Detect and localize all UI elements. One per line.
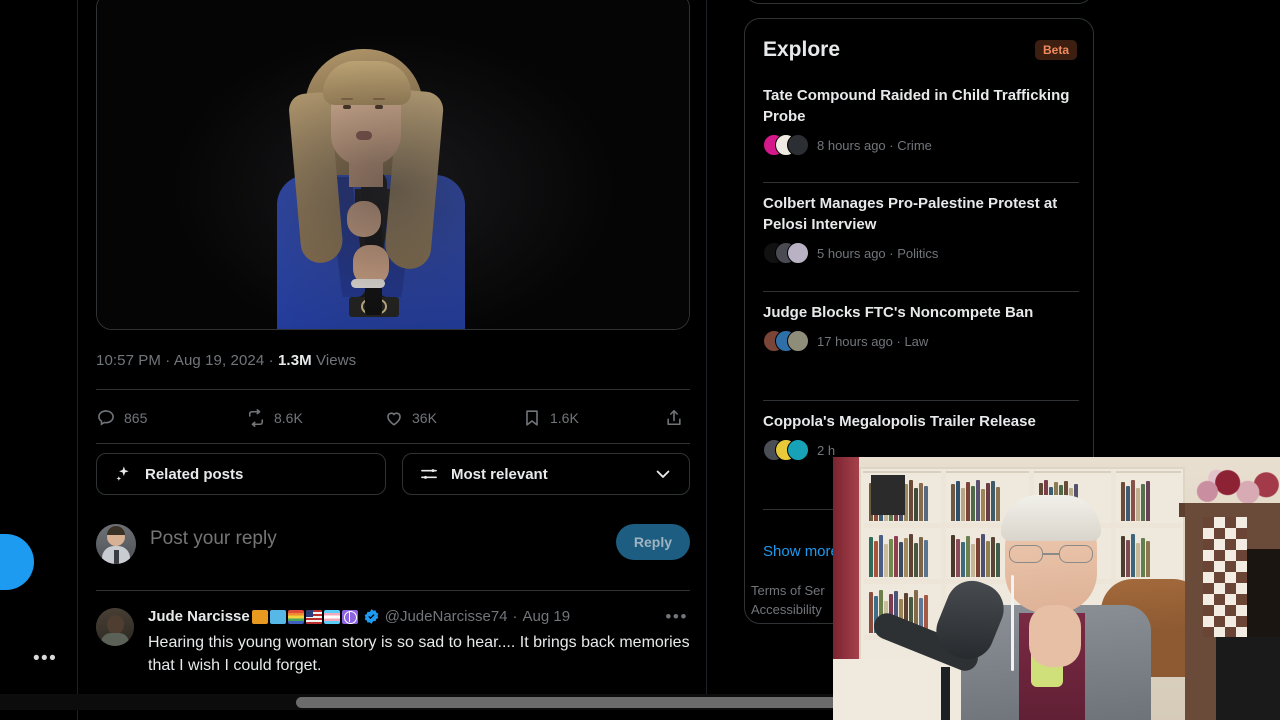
repost-icon xyxy=(248,409,264,427)
explore-story-1[interactable]: Tate Compound Raided in Child Traffickin… xyxy=(763,85,1079,156)
dark-box xyxy=(871,475,905,515)
reply-date: Aug 19 xyxy=(522,608,571,625)
like-action[interactable]: 36K xyxy=(384,400,437,436)
post-time: 10:57 PM xyxy=(96,352,162,369)
reply-sep: · xyxy=(512,608,518,625)
peace-symbol-icon xyxy=(341,609,358,624)
avatar[interactable] xyxy=(96,608,134,646)
meta-sep-1: · xyxy=(165,352,171,369)
sliders-icon xyxy=(421,469,437,479)
story-meta-text: 2 h xyxy=(817,442,836,458)
story-avatar-stack xyxy=(763,134,809,156)
post-metadata: 10:57 PM · Aug 19, 2024 · 1.3M Views xyxy=(96,352,690,369)
bookmark-count: 1.6K xyxy=(550,410,579,426)
glasses-icon xyxy=(1009,545,1093,563)
chevron-down-icon[interactable] xyxy=(653,464,673,484)
story-divider xyxy=(763,182,1079,183)
sort-dropdown-button[interactable]: Most relevant xyxy=(402,453,690,495)
story-title: Judge Blocks FTC's Noncompete Ban xyxy=(763,304,1034,321)
webcam-overlay xyxy=(833,457,1280,720)
reply-input[interactable] xyxy=(150,528,570,550)
previous-sidebar-card[interactable] xyxy=(744,0,1094,4)
reply-author-name[interactable]: Jude Narcisse xyxy=(148,608,250,625)
comment-icon xyxy=(98,410,114,426)
story-divider xyxy=(763,291,1079,292)
us-flag-icon xyxy=(305,609,322,624)
rainbow-flag-icon xyxy=(287,609,304,624)
story-title: Colbert Manages Pro-Palestine Protest at… xyxy=(763,195,1058,233)
story-avatar-stack xyxy=(763,242,809,264)
sparkle-icon xyxy=(116,466,129,481)
post-date: Aug 19, 2024 xyxy=(173,352,265,369)
explore-story-2[interactable]: Colbert Manages Pro-Palestine Protest at… xyxy=(763,193,1079,264)
share-action[interactable] xyxy=(664,400,684,436)
related-posts-button[interactable]: Related posts xyxy=(96,453,386,495)
reply-author-row: Jude Narcisse @JudeNarcisse74 · Aug 19 xyxy=(148,608,570,625)
left-navigation-rail: ••• xyxy=(0,0,78,720)
blue-square-icon xyxy=(269,609,286,624)
story-avatar-stack xyxy=(763,439,809,461)
bookmark-action[interactable]: 1.6K xyxy=(522,400,579,436)
story-divider xyxy=(763,400,1079,401)
story-title: Coppola's Megalopolis Trailer Release xyxy=(763,413,1036,430)
beta-badge: Beta xyxy=(1034,40,1077,60)
views-label: Views xyxy=(316,352,357,369)
related-posts-label: Related posts xyxy=(145,465,244,483)
story-meta-text: 8 hours ago · Crime xyxy=(817,137,932,153)
explore-title: Explore xyxy=(763,38,841,61)
orange-square-icon xyxy=(251,609,268,624)
person-hand xyxy=(1029,605,1081,667)
reply-submit-button[interactable]: Reply xyxy=(615,524,690,560)
reply-text: Hearing this young woman story is so sad… xyxy=(148,634,690,674)
twitter-post-page: ••• 10:57 PM · Aug 19, 2024 · 1.3M Views… xyxy=(0,0,1280,720)
reply-author-handle[interactable]: @JudeNarcisse74 xyxy=(385,608,508,625)
explore-story-3[interactable]: Judge Blocks FTC's Noncompete Ban 17 hou… xyxy=(763,302,1079,352)
compose-post-button[interactable] xyxy=(0,534,34,590)
story-meta-text: 5 hours ago · Politics xyxy=(817,245,939,261)
curtain xyxy=(833,457,859,667)
repost-action[interactable]: 8.6K xyxy=(246,400,303,436)
story-meta: 5 hours ago · Politics xyxy=(763,242,1079,264)
like-count: 36K xyxy=(412,410,437,426)
avatar[interactable] xyxy=(96,524,136,564)
explore-header: Explore Beta xyxy=(763,33,1077,67)
divider-above-actions xyxy=(96,389,690,390)
post-media-card[interactable] xyxy=(96,0,690,330)
divider-above-replies xyxy=(96,590,690,591)
author-emoji-run xyxy=(251,609,358,624)
story-meta-text: 17 hours ago · Law xyxy=(817,333,929,349)
meta-sep-2: · xyxy=(268,352,274,369)
divider-below-actions xyxy=(96,443,690,444)
bookmark-icon xyxy=(526,410,538,426)
more-options-icon[interactable]: ••• xyxy=(665,608,688,626)
sort-label: Most relevant xyxy=(451,465,548,483)
earbud-cable xyxy=(1011,575,1014,671)
filter-row: Related posts Most relevant xyxy=(96,453,690,495)
post-detail-column: 10:57 PM · Aug 19, 2024 · 1.3M Views 865 xyxy=(78,0,698,694)
story-meta: 17 hours ago · Law xyxy=(763,330,1079,352)
post-video-frame[interactable] xyxy=(97,0,689,329)
reply-composer: Reply xyxy=(96,516,690,574)
repost-count: 8.6K xyxy=(274,410,303,426)
explore-story-4[interactable]: Coppola's Megalopolis Trailer Release 2 … xyxy=(763,411,1079,461)
speaker-figure xyxy=(243,49,543,329)
views-count: 1.3M xyxy=(277,352,312,369)
more-menu-icon[interactable]: ••• xyxy=(33,649,61,668)
reply-action[interactable]: 865 xyxy=(96,400,147,436)
show-more-link[interactable]: Show more xyxy=(763,543,839,560)
story-avatar-stack xyxy=(763,330,809,352)
verified-badge-icon xyxy=(363,608,380,625)
heart-icon xyxy=(387,412,401,426)
story-title: Tate Compound Raided in Child Traffickin… xyxy=(763,87,1070,125)
story-meta: 8 hours ago · Crime xyxy=(763,134,1079,156)
trans-flag-icon xyxy=(323,609,340,624)
share-icon xyxy=(667,410,681,426)
post-action-bar: 865 8.6K 36K 1.6K xyxy=(96,400,690,436)
reply-count: 865 xyxy=(124,410,148,426)
